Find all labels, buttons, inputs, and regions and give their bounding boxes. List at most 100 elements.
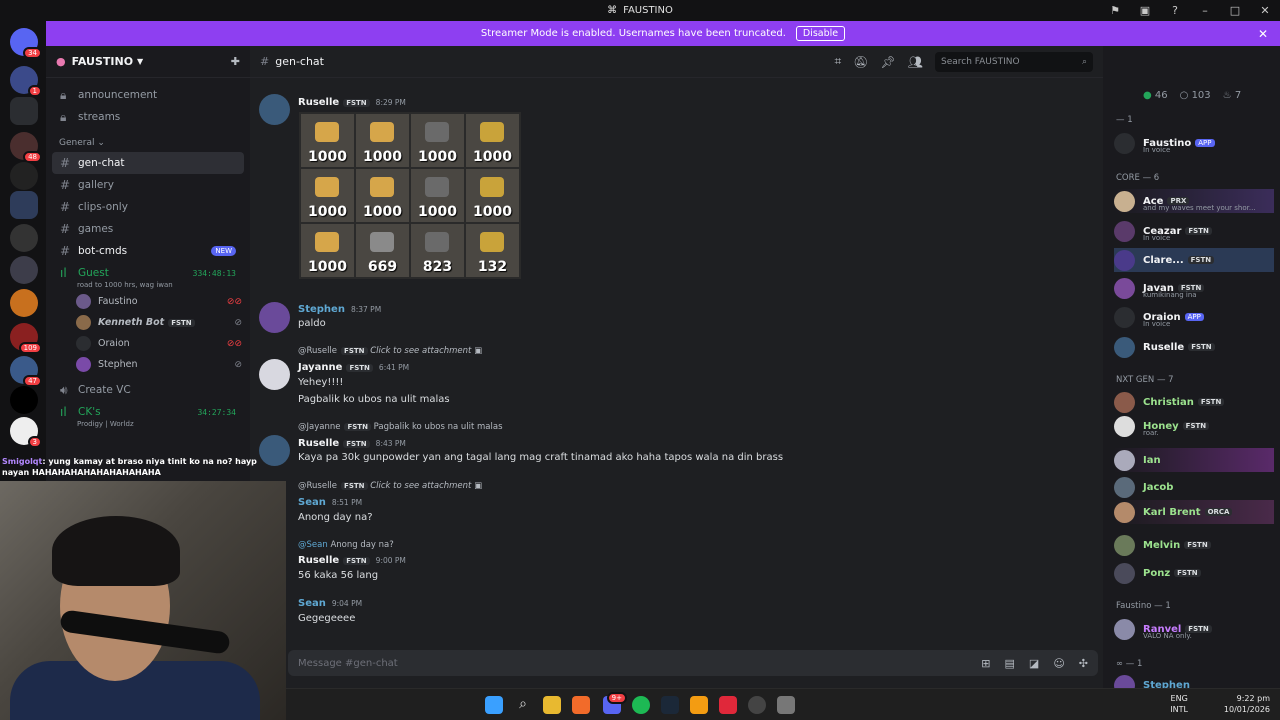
- member-item[interactable]: Karl Brent ORCA: [1114, 500, 1274, 524]
- obs-icon[interactable]: [748, 696, 766, 714]
- server-icon[interactable]: 1: [10, 66, 42, 97]
- folder-icon[interactable]: [10, 97, 38, 125]
- member-item[interactable]: Ruselle FSTN: [1114, 335, 1274, 359]
- server-icon[interactable]: [10, 224, 38, 252]
- channel-announcement[interactable]: 🔒︎ announcement: [52, 84, 244, 106]
- member-item[interactable]: Javan FSTN kumikinang ina: [1114, 276, 1274, 300]
- member-item[interactable]: Ranvel FSTN VALO NA only.: [1114, 617, 1274, 641]
- hash-icon: #: [60, 156, 71, 170]
- avatar[interactable]: [259, 359, 290, 390]
- server-icon[interactable]: [10, 289, 38, 317]
- server-icon[interactable]: 3: [10, 417, 42, 448]
- file-explorer-icon[interactable]: [543, 696, 561, 714]
- voice-user[interactable]: Kenneth Bot FSTN ⊘: [76, 312, 250, 333]
- start-icon[interactable]: [485, 696, 503, 714]
- voice-timer: 34:27:34: [197, 407, 236, 417]
- avatar[interactable]: [259, 435, 290, 466]
- channel-streams[interactable]: 🔒︎ streams: [52, 106, 244, 128]
- member-item[interactable]: Ponz FSTN: [1114, 561, 1274, 585]
- app-icon[interactable]: [690, 696, 708, 714]
- notification-icon[interactable]: 🔕︎: [853, 55, 868, 69]
- channel-games[interactable]: # games: [52, 218, 244, 240]
- message-author[interactable]: Sean 8:51 PM: [298, 497, 362, 508]
- member-item[interactable]: Ian: [1114, 448, 1274, 472]
- disable-button[interactable]: Disable: [795, 26, 846, 41]
- category-general[interactable]: General ⌄: [59, 138, 250, 148]
- avatar[interactable]: [259, 94, 290, 125]
- home-button[interactable]: 34: [10, 28, 42, 59]
- message-author[interactable]: Ruselle FSTN 9:00 PM: [298, 555, 406, 566]
- member-item[interactable]: Melvin FSTN: [1114, 533, 1274, 557]
- member-item[interactable]: Oraion APP In voice: [1114, 305, 1274, 329]
- voice-user[interactable]: Stephen ⊘: [76, 354, 250, 375]
- server-icon[interactable]: 48: [10, 132, 42, 163]
- channel-clips-only[interactable]: # clips-only: [52, 196, 244, 218]
- message-author[interactable]: Ruselle FSTN 8:29 PM: [298, 97, 406, 108]
- member-item[interactable]: Clare... FSTN: [1114, 248, 1274, 272]
- reply-preview[interactable]: @Jayanne FSTN Pagbalik ko ubos na ulit ma…: [298, 422, 503, 432]
- member-item[interactable]: Ceazar FSTN In voice: [1114, 219, 1274, 243]
- close-icon[interactable]: ✕: [1258, 27, 1268, 41]
- app-icon: ⌘: [607, 5, 618, 16]
- server-icon[interactable]: 109: [10, 323, 42, 354]
- minimize-button[interactable]: –: [1190, 4, 1220, 17]
- pin-icon[interactable]: 📌︎: [881, 55, 896, 69]
- apps-icon[interactable]: ✣: [1079, 657, 1088, 670]
- server-icon[interactable]: [10, 256, 38, 284]
- reply-preview[interactable]: @Ruselle FSTN Click to see attachment ▣: [298, 346, 482, 356]
- gif-icon[interactable]: ▤: [1005, 657, 1015, 670]
- message-author[interactable]: Stephen 8:37 PM: [298, 304, 381, 315]
- language-indicator[interactable]: ENG INTL: [1170, 693, 1188, 715]
- streamer-mode-banner: Streamer Mode is enabled. Usernames have…: [46, 21, 1280, 46]
- search-icon[interactable]: ⌕: [514, 696, 532, 714]
- member-item[interactable]: Honey FSTN roar.: [1114, 414, 1274, 438]
- message-input[interactable]: Message #gen-chat ⊞ ▤ ◪ ☺ ✣: [288, 650, 1098, 676]
- steam-icon[interactable]: [661, 696, 679, 714]
- member-item[interactable]: Faustino APP In voice: [1114, 131, 1274, 155]
- avatar: [1114, 277, 1135, 299]
- server-header[interactable]: ● FAUSTINO ▼ ✚: [46, 46, 250, 78]
- server-icon[interactable]: [10, 162, 38, 190]
- app-icon[interactable]: [719, 696, 737, 714]
- message-text: Pagbalik ko ubos na ulit malas: [298, 394, 450, 405]
- image-attachment[interactable]: 1000 1000 1000 1000 1000 1000 1000 1000 …: [299, 112, 521, 279]
- voice-user[interactable]: Oraion ⊘⊘: [76, 333, 250, 354]
- members-icon[interactable]: 👥︎: [908, 55, 923, 69]
- avatar: [1114, 534, 1135, 556]
- gift-icon[interactable]: ⊞: [981, 657, 990, 670]
- inbox-icon[interactable]: ⚑: [1100, 4, 1130, 17]
- member-item[interactable]: Christian FSTN: [1114, 390, 1274, 414]
- settings-icon[interactable]: [777, 696, 795, 714]
- window-title: FAUSTINO: [623, 5, 673, 16]
- channel-gallery[interactable]: # gallery: [52, 174, 244, 196]
- close-button[interactable]: ✕: [1250, 4, 1280, 17]
- search-input[interactable]: Search FAUSTINO ⌕: [935, 51, 1093, 72]
- message-author[interactable]: Sean 9:04 PM: [298, 598, 362, 609]
- voice-user[interactable]: Faustino ⊘⊘: [76, 291, 250, 312]
- clock[interactable]: 9:22 pm 10/01/2026: [1224, 693, 1270, 715]
- sticker-icon[interactable]: ◪: [1029, 657, 1039, 670]
- message-author[interactable]: Jayanne FSTN 6:41 PM: [298, 362, 409, 373]
- channel-bot-cmds[interactable]: # bot-cmds NEW: [52, 240, 244, 262]
- create-vc-channel[interactable]: 🔊︎ Create VC: [52, 379, 244, 401]
- discord-icon[interactable]: 9+: [603, 692, 627, 714]
- server-icon[interactable]: 47: [10, 356, 42, 387]
- brave-browser-icon[interactable]: [572, 696, 590, 714]
- add-member-icon[interactable]: ✚: [231, 55, 240, 68]
- emoji-icon[interactable]: ☺: [1053, 657, 1064, 670]
- spotify-icon[interactable]: [632, 696, 650, 714]
- server-icon[interactable]: [10, 386, 38, 414]
- screen-icon[interactable]: ▣: [1130, 4, 1160, 17]
- threads-icon[interactable]: ⌗: [835, 54, 842, 69]
- channel-gen-chat[interactable]: # gen-chat: [52, 152, 244, 174]
- maximize-button[interactable]: □: [1220, 4, 1250, 17]
- faustino-server-icon[interactable]: [10, 191, 38, 219]
- message-author[interactable]: Ruselle FSTN 8:43 PM: [298, 438, 406, 449]
- muted-icon: ⊘⊘: [226, 296, 242, 307]
- avatar[interactable]: [259, 302, 290, 333]
- help-icon[interactable]: ?: [1160, 4, 1190, 17]
- reply-preview[interactable]: @Ruselle FSTN Click to see attachment ▣: [298, 481, 482, 491]
- member-item[interactable]: Ace PRX and my waves meet your shor...: [1114, 189, 1274, 213]
- member-item[interactable]: Jacob: [1114, 475, 1274, 499]
- reply-preview[interactable]: @Sean Anong day na?: [298, 540, 394, 550]
